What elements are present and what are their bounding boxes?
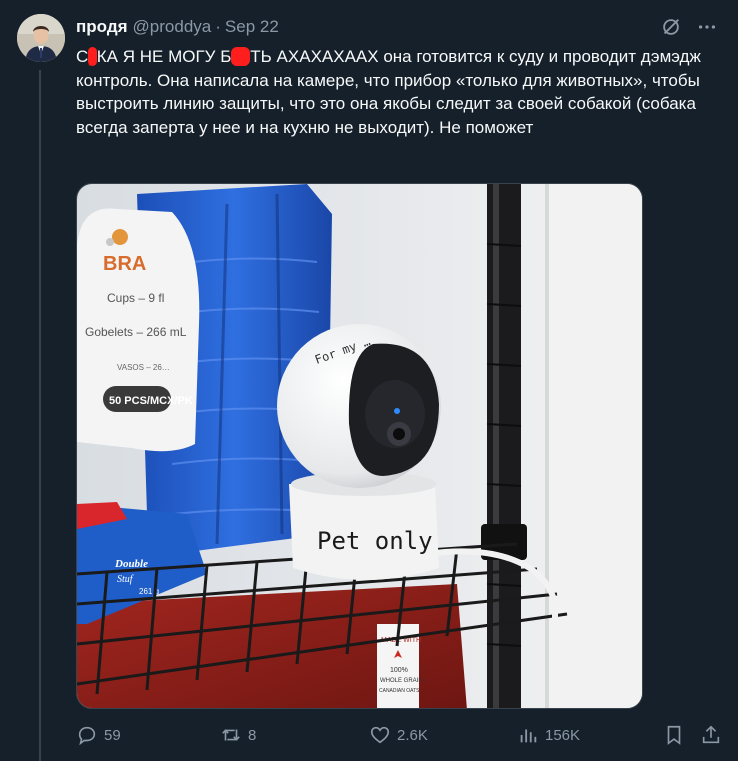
bag-text-2: Stuf <box>117 574 134 585</box>
gobelets-label: Gobelets – 266 mL <box>85 325 187 339</box>
redaction-mark: ля <box>231 47 251 66</box>
cups-label: Cups – 9 fl <box>107 291 164 305</box>
redaction-mark: у <box>88 47 97 66</box>
tweet-text-part2: КА Я НЕ МОГУ Б <box>96 47 232 66</box>
author-name[interactable]: продя <box>76 16 128 38</box>
tweet-header: продя @proddya · Sep 22 <box>76 16 718 38</box>
bookmark-button[interactable] <box>663 724 691 746</box>
box-text-4: CANADIAN OATS <box>379 688 420 694</box>
pcs-badge: 50 PCS/MCX/PK <box>109 395 193 407</box>
separator-dot: · <box>215 17 221 36</box>
share-button[interactable] <box>700 724 728 746</box>
box-text-3: WHOLE GRAIN <box>380 678 423 684</box>
bookmark-icon <box>667 725 681 745</box>
reply-button[interactable]: 59 <box>76 724 121 746</box>
share-icon <box>702 725 720 744</box>
tweet-photo[interactable]: BRA Cups – 9 fl Gobelets – 266 mL VASOS … <box>76 183 643 709</box>
like-icon <box>370 726 390 744</box>
vasos-label: VASOS – 26… <box>117 363 170 372</box>
more-icon[interactable] <box>696 16 718 38</box>
reply-icon <box>78 726 96 746</box>
author-handle[interactable]: @proddya <box>133 16 212 38</box>
thread-line <box>39 70 41 761</box>
views-icon <box>520 729 537 743</box>
action-bar: 59 8 2.6K 156K <box>76 724 724 750</box>
repost-count: 8 <box>248 726 257 744</box>
like-button[interactable]: 2.6K <box>369 724 428 746</box>
tweet-text: СуКА Я НЕ МОГУ БляТЬ АХАХАХААХ она готов… <box>76 45 716 139</box>
grok-icon[interactable] <box>660 16 682 38</box>
header-icons <box>660 16 718 38</box>
reply-count: 59 <box>104 726 121 744</box>
views-count: 156K <box>545 726 581 744</box>
box-text-2: 100% <box>390 667 408 674</box>
tweet-text-part1: С <box>76 47 89 66</box>
camera-label-text: Pet only <box>317 527 433 555</box>
repost-button[interactable]: 8 <box>220 724 256 746</box>
cup-brand-text: BRA <box>103 253 146 275</box>
views-button[interactable]: 156K <box>517 724 580 746</box>
like-count: 2.6K <box>397 726 428 744</box>
tweet: продя @proddya · Sep 22 СуКА Я НЕ МОГУ Б… <box>0 0 738 761</box>
repost-icon <box>222 729 240 741</box>
tweet-date[interactable]: Sep 22 <box>225 16 279 38</box>
avatar[interactable] <box>17 14 65 62</box>
